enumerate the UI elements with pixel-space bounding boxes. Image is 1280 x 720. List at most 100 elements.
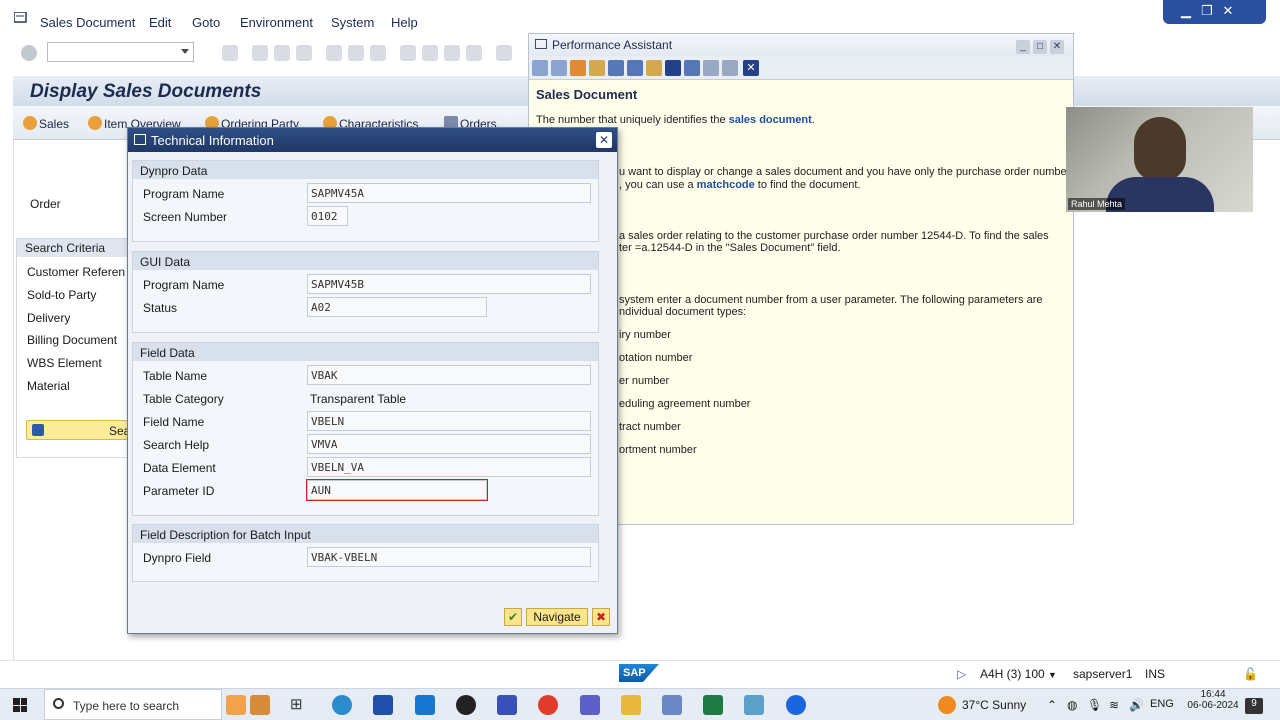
search-item-delivery[interactable]: Delivery <box>27 311 70 325</box>
settings-icon[interactable] <box>703 60 719 76</box>
menu-goto[interactable]: Goto <box>192 15 220 30</box>
screen-number-field[interactable]: 0102 <box>307 206 348 226</box>
dell-icon[interactable] <box>456 695 476 715</box>
field-name-field[interactable]: VBELN <box>307 411 591 431</box>
parameter-id-field[interactable]: AUN <box>307 480 487 500</box>
teams-icon[interactable] <box>580 695 600 715</box>
store-icon[interactable] <box>373 695 393 715</box>
system-info[interactable]: A4H (3) 100 ▼ <box>980 667 1057 681</box>
network-icon[interactable]: ◍ <box>1067 698 1077 712</box>
mail-icon[interactable] <box>415 695 435 715</box>
wifi-icon[interactable]: ≋ <box>1109 698 1119 712</box>
close-icon[interactable]: ✕ <box>1050 40 1064 54</box>
windows-start-icon[interactable] <box>13 698 27 712</box>
back-icon[interactable] <box>532 60 548 76</box>
maximize-icon[interactable]: □ <box>1033 40 1047 54</box>
task-view-icon[interactable]: ⊞ <box>290 695 310 715</box>
app-icon-tools[interactable] <box>226 695 246 715</box>
confirm-button[interactable]: ✔ <box>504 608 522 626</box>
batch-input-group: Field Description for Batch Input Dynpro… <box>132 524 599 582</box>
weather-icon[interactable] <box>938 696 956 714</box>
search-item-billing-document[interactable]: Billing Document <box>27 333 117 347</box>
bookmark-icon[interactable] <box>665 60 681 76</box>
sap-gui-icon[interactable] <box>662 695 682 715</box>
tree-icon[interactable] <box>589 60 605 76</box>
menu-help[interactable]: Help <box>391 15 418 30</box>
cancel-icon[interactable] <box>296 45 312 61</box>
insert-mode: INS <box>1145 667 1166 681</box>
sap-menu-icon[interactable] <box>14 12 28 24</box>
command-field[interactable] <box>47 42 194 62</box>
status-expand-icon[interactable]: ▷ <box>957 667 966 681</box>
table-name-label: Table Name <box>143 369 208 383</box>
minimize-icon[interactable]: _ <box>1016 40 1030 54</box>
chevron-down-icon[interactable] <box>181 49 189 54</box>
menu-edit[interactable]: Edit <box>149 15 171 30</box>
notifications-icon[interactable]: 9 <box>1245 698 1263 714</box>
enter-icon[interactable] <box>21 45 37 61</box>
menu-environment[interactable]: Environment <box>240 15 313 30</box>
navigate-button[interactable]: Navigate <box>526 608 588 626</box>
cancel-button[interactable]: ✖ <box>592 608 610 626</box>
gui-program-name-field[interactable]: SAPMV45B <box>307 274 591 294</box>
sales-button[interactable]: Sales <box>23 116 69 131</box>
volume-icon[interactable]: 🔊 <box>1129 698 1144 712</box>
search-item-sold-to-party[interactable]: Sold-to Party <box>27 288 96 302</box>
dynpro-field-field[interactable]: VBAK-VBELN <box>307 547 591 567</box>
find-icon[interactable] <box>348 45 364 61</box>
back-icon[interactable] <box>252 45 268 61</box>
performance-assistant-toolbar: ✕ <box>529 56 1073 80</box>
menu-sales-document[interactable]: Sales Document <box>40 15 135 30</box>
search-item-material[interactable]: Material <box>27 379 70 393</box>
search-button[interactable]: Sea <box>26 420 130 440</box>
menu-system[interactable]: System <box>331 15 374 30</box>
search-item-customer-reference[interactable]: Customer Referen <box>27 265 125 279</box>
excel-icon[interactable] <box>703 695 723 715</box>
edge-icon[interactable] <box>332 695 352 715</box>
forward-icon[interactable] <box>551 60 567 76</box>
data-element-field[interactable]: VBELN_VA <box>307 457 591 477</box>
minimize-icon[interactable]: ▁ <box>1177 2 1195 20</box>
sales-document-link[interactable]: sales document <box>729 114 812 126</box>
help-list-item: ortment number <box>619 444 697 456</box>
weather-text[interactable]: 37°C Sunny <box>962 698 1026 712</box>
previous-page-icon[interactable] <box>422 45 438 61</box>
clock[interactable]: 16:44 06-06-2024 <box>1187 689 1239 711</box>
restore-icon[interactable]: ❐ <box>1198 2 1216 20</box>
taskbar-search[interactable]: Type here to search <box>44 689 222 720</box>
program-name-field[interactable]: SAPMV45A <box>307 183 591 203</box>
status-field[interactable]: A02 <box>307 297 487 317</box>
close-icon[interactable]: ✕ <box>1219 2 1237 20</box>
new-session-icon[interactable] <box>496 45 512 61</box>
app-icon-files[interactable] <box>250 695 270 715</box>
save-icon[interactable] <box>222 45 238 61</box>
search-help-field[interactable]: VMVA <box>307 434 591 454</box>
microphone-icon[interactable]: 🎙 <box>1087 698 1102 712</box>
dynpro-data-group: Dynpro Data Program Name SAPMV45A Screen… <box>132 160 599 242</box>
home-icon[interactable] <box>570 60 586 76</box>
close-icon[interactable]: ✕ <box>596 132 612 148</box>
file-explorer-icon[interactable] <box>621 695 641 715</box>
document-icon[interactable] <box>722 60 738 76</box>
app-icon-sap-logon[interactable] <box>497 695 517 715</box>
zoom-icon[interactable] <box>786 695 806 715</box>
table-name-field[interactable]: VBAK <box>307 365 591 385</box>
tools-icon[interactable] <box>627 60 643 76</box>
chrome-icon[interactable] <box>538 695 558 715</box>
print-icon[interactable] <box>684 60 700 76</box>
chevron-up-icon[interactable]: ⌃ <box>1047 698 1057 712</box>
last-page-icon[interactable] <box>466 45 482 61</box>
print-icon[interactable] <box>326 45 342 61</box>
language-indicator[interactable]: ENG <box>1150 698 1174 710</box>
exit-icon[interactable] <box>274 45 290 61</box>
close-help-icon[interactable]: ✕ <box>743 60 759 76</box>
next-page-icon[interactable] <box>444 45 460 61</box>
first-page-icon[interactable] <box>400 45 416 61</box>
edit-icon[interactable] <box>608 60 624 76</box>
lock-icon: 🔓 <box>1243 667 1258 681</box>
find-next-icon[interactable] <box>370 45 386 61</box>
search-item-wbs-element[interactable]: WBS Element <box>27 356 102 370</box>
matchcode-link[interactable]: matchcode <box>697 179 755 191</box>
app-icon-notes[interactable] <box>744 695 764 715</box>
person-icon[interactable] <box>646 60 662 76</box>
